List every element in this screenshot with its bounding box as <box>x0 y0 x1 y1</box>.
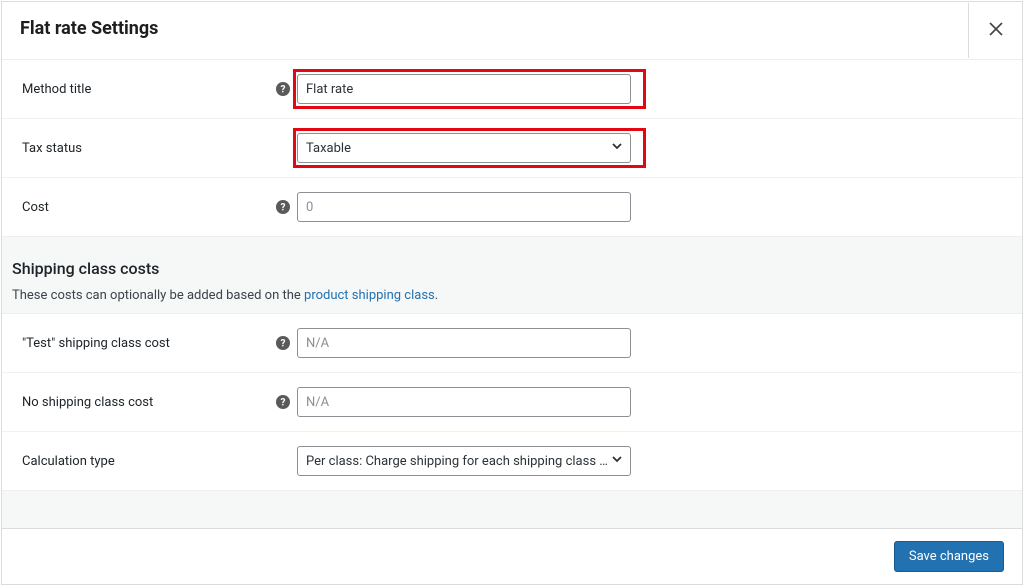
close-button[interactable] <box>968 3 1022 58</box>
section-desc-suffix: . <box>435 288 438 303</box>
no-class-cost-input[interactable] <box>297 387 631 417</box>
settings-table-shipping-class: "Test" shipping class cost ? No shipping… <box>2 313 1022 491</box>
tax-status-value: Taxable <box>306 141 351 156</box>
section-description: These costs can optionally be added base… <box>12 288 1022 303</box>
svg-text:?: ? <box>281 398 286 409</box>
tax-status-select[interactable]: Taxable <box>297 133 631 163</box>
row-calc-type: Calculation type Per class: Charge shipp… <box>2 432 1022 490</box>
help-icon[interactable]: ? <box>275 81 291 97</box>
method-title-label: Method title <box>22 82 269 97</box>
test-class-cost-label: "Test" shipping class cost <box>22 336 269 351</box>
settings-table-main: Method title ? Tax status Taxable <box>2 59 1022 237</box>
row-method-title: Method title ? <box>2 60 1022 119</box>
settings-modal: Flat rate Settings Method title ? <box>1 1 1023 585</box>
svg-text:?: ? <box>281 203 286 214</box>
row-test-class-cost: "Test" shipping class cost ? <box>2 314 1022 373</box>
calc-type-select[interactable]: Per class: Charge shipping for each ship… <box>297 446 631 476</box>
help-icon[interactable]: ? <box>275 199 291 215</box>
no-class-cost-label: No shipping class cost <box>22 395 269 410</box>
product-shipping-class-link[interactable]: product shipping class <box>304 288 435 303</box>
svg-text:?: ? <box>281 85 286 96</box>
calc-type-label: Calculation type <box>22 454 297 469</box>
help-icon[interactable]: ? <box>275 394 291 410</box>
chevron-down-icon <box>610 452 624 470</box>
close-icon <box>989 22 1003 40</box>
row-no-class-cost: No shipping class cost ? <box>2 373 1022 432</box>
help-icon[interactable]: ? <box>275 335 291 351</box>
row-tax-status: Tax status Taxable <box>2 119 1022 178</box>
modal-header: Flat rate Settings <box>2 2 1022 59</box>
shipping-class-section: Shipping class costs These costs can opt… <box>2 237 1022 313</box>
test-class-cost-input[interactable] <box>297 328 631 358</box>
section-heading: Shipping class costs <box>12 259 1022 278</box>
cost-input[interactable] <box>297 192 631 222</box>
modal-body: Method title ? Tax status Taxable <box>2 59 1022 528</box>
tax-status-label: Tax status <box>22 141 297 156</box>
chevron-down-icon <box>610 139 624 157</box>
save-changes-button[interactable]: Save changes <box>894 541 1004 572</box>
svg-text:?: ? <box>281 339 286 350</box>
row-cost: Cost ? <box>2 178 1022 236</box>
calc-type-value: Per class: Charge shipping for each ship… <box>306 454 610 469</box>
modal-footer: Save changes <box>2 528 1022 584</box>
modal-title: Flat rate Settings <box>2 2 968 59</box>
cost-label: Cost <box>22 200 269 215</box>
section-desc-prefix: These costs can optionally be added base… <box>12 288 304 303</box>
method-title-input[interactable] <box>297 74 631 104</box>
